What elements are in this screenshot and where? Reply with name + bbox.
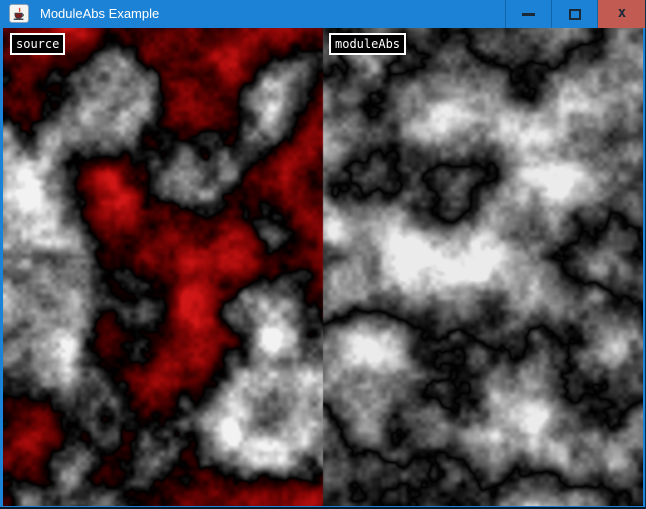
maximize-icon bbox=[569, 9, 581, 20]
close-icon: x bbox=[618, 6, 626, 20]
java-coffee-cup-glyph bbox=[12, 7, 26, 21]
window-controls: x bbox=[505, 0, 646, 28]
close-button[interactable]: x bbox=[597, 0, 646, 28]
minimize-icon bbox=[522, 13, 535, 16]
noise-texture-canvas bbox=[3, 28, 643, 506]
java-coffee-cup-icon bbox=[9, 4, 29, 23]
maximize-button[interactable] bbox=[551, 0, 597, 28]
window-title: ModuleAbs Example bbox=[40, 0, 159, 28]
application-window: ModuleAbs Example x source moduleAbs bbox=[0, 0, 646, 509]
titlebar[interactable]: ModuleAbs Example x bbox=[0, 0, 646, 28]
source-panel-label: source bbox=[10, 33, 65, 55]
content-area: source moduleAbs bbox=[3, 28, 643, 506]
moduleabs-panel-label: moduleAbs bbox=[329, 33, 406, 55]
minimize-button[interactable] bbox=[505, 0, 551, 28]
